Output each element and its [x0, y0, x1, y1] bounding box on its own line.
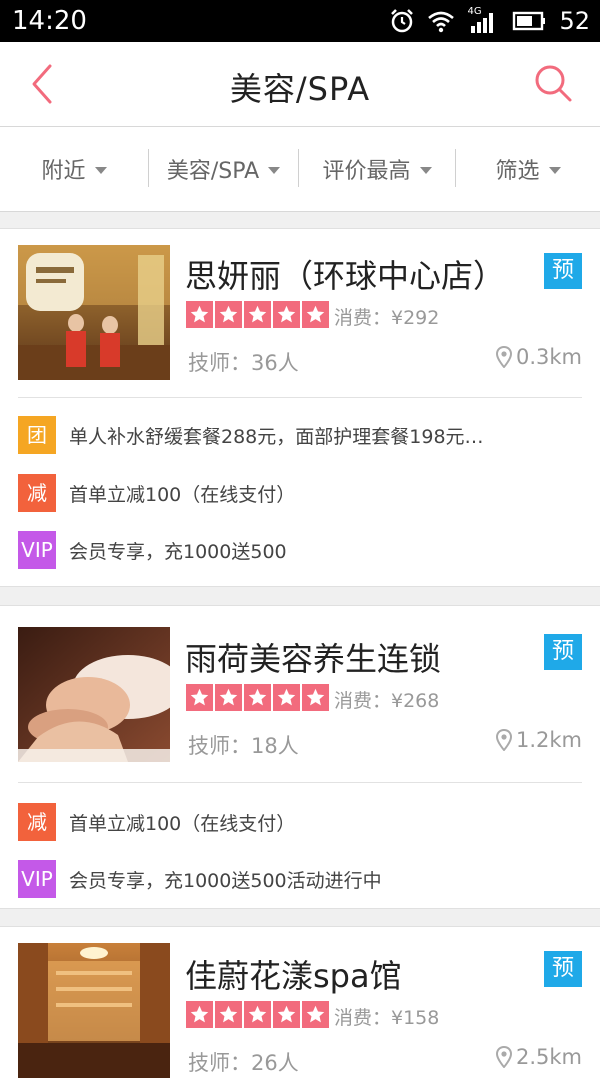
distance-value: 2.5km [515, 1045, 582, 1069]
wifi-icon [428, 11, 455, 33]
filter-label: 附近 [41, 159, 86, 184]
status-time: 14:20 [12, 6, 87, 36]
promo-row[interactable]: 减 首单立减100（在线支付） [18, 474, 582, 512]
star-icon [273, 684, 300, 711]
star-icon [302, 301, 329, 328]
search-button[interactable] [530, 60, 578, 108]
filter-sort[interactable]: 评价最高 [299, 127, 455, 211]
distance: 1.2km [495, 728, 582, 752]
star-icon [273, 1001, 300, 1028]
promo-text: 会员专享，充1000送500 [69, 540, 287, 563]
star-icon [215, 684, 242, 711]
promo-row[interactable]: 减 首单立减100（在线支付） [18, 803, 582, 841]
promo-row[interactable]: VIP 会员专享，充1000送500活动进行中 [18, 860, 582, 898]
distance-value: 0.3km [515, 345, 582, 369]
booking-badge[interactable]: 预 [544, 951, 582, 987]
status-bar: 14:20 4G 52 [0, 0, 600, 42]
star-icon [244, 301, 271, 328]
promo-text: 首单立减100（在线支付） [69, 812, 296, 835]
shop-card[interactable]: 雨荷美容养生连锁 预 消费：¥268 技师：18人 1.2km 减 首单立减10… [0, 605, 600, 909]
promo-text: 首单立减100（在线支付） [69, 483, 296, 506]
card-divider [18, 397, 582, 398]
technician-count: 技师：36人 [188, 351, 299, 375]
promo-text: 单人补水舒缓套餐288元，面部护理套餐198元… [69, 425, 484, 448]
star-icon [244, 1001, 271, 1028]
shop-card[interactable]: 思妍丽（环球中心店） 预 消费：¥292 技师：36人 0.3km 团 单人补水… [0, 228, 600, 587]
battery-icon [513, 11, 546, 31]
search-icon [535, 65, 572, 102]
status-icons: 4G 52 [389, 4, 590, 38]
star-icon [186, 684, 213, 711]
consume-price: 消费：¥268 [334, 690, 440, 712]
vip-tag: VIP [18, 860, 56, 898]
caret-down-icon [548, 166, 561, 174]
filter-label: 评价最高 [322, 159, 411, 184]
promo-text: 会员专享，充1000送500活动进行中 [69, 869, 382, 892]
shop-photo[interactable] [18, 245, 170, 380]
technician-count: 技师：26人 [188, 1051, 299, 1075]
battery-level: 52 [559, 7, 590, 35]
filter-bar: 附近 美容/SPA 评价最高 筛选 [0, 127, 600, 212]
star-rating [186, 1001, 329, 1028]
shop-card[interactable]: 佳蔚花漾spa馆 预 消费：¥158 技师：26人 2.5km [0, 926, 600, 1087]
location-pin-icon [495, 729, 512, 751]
star-icon [215, 1001, 242, 1028]
star-icon [273, 301, 300, 328]
caret-down-icon [268, 166, 281, 174]
distance: 2.5km [495, 1045, 582, 1069]
discount-tag: 减 [18, 803, 56, 841]
technician-count: 技师：18人 [188, 734, 299, 758]
shop-name: 雨荷美容养生连锁 [185, 640, 442, 678]
star-icon [186, 1001, 213, 1028]
booking-badge[interactable]: 预 [544, 634, 582, 670]
consume-price: 消费：¥292 [334, 307, 440, 329]
shop-name: 佳蔚花漾spa馆 [185, 957, 402, 995]
distance: 0.3km [495, 345, 582, 369]
signal-icon: 4G [467, 6, 499, 34]
star-icon [244, 684, 271, 711]
location-pin-icon [495, 346, 512, 368]
booking-badge[interactable]: 预 [544, 253, 582, 289]
alarm-icon [391, 9, 414, 33]
promo-row[interactable]: VIP 会员专享，充1000送500 [18, 531, 582, 569]
star-icon [215, 301, 242, 328]
promo-row[interactable]: 团 单人补水舒缓套餐288元，面部护理套餐198元… [18, 416, 582, 454]
shop-photo[interactable] [18, 943, 170, 1078]
discount-tag: 减 [18, 474, 56, 512]
star-rating [186, 301, 329, 328]
star-icon [302, 684, 329, 711]
shop-name: 思妍丽（环球中心店） [185, 257, 506, 295]
nav-bar: 美容/SPA [0, 42, 600, 127]
star-rating [186, 684, 329, 711]
star-icon [186, 301, 213, 328]
consume-price: 消费：¥158 [334, 1007, 440, 1029]
filter-label: 美容/SPA [166, 159, 260, 184]
shop-photo[interactable] [18, 627, 170, 762]
distance-value: 1.2km [515, 728, 582, 752]
star-icon [302, 1001, 329, 1028]
card-divider [18, 782, 582, 783]
filter-more[interactable]: 筛选 [456, 127, 600, 211]
caret-down-icon [94, 166, 107, 174]
filter-label: 筛选 [495, 159, 540, 184]
vip-tag: VIP [18, 531, 56, 569]
filter-category[interactable]: 美容/SPA [149, 127, 298, 211]
caret-down-icon [419, 166, 432, 174]
group-buy-tag: 团 [18, 416, 56, 454]
page-title: 美容/SPA [229, 70, 371, 108]
filter-nearby[interactable]: 附近 [0, 127, 148, 211]
